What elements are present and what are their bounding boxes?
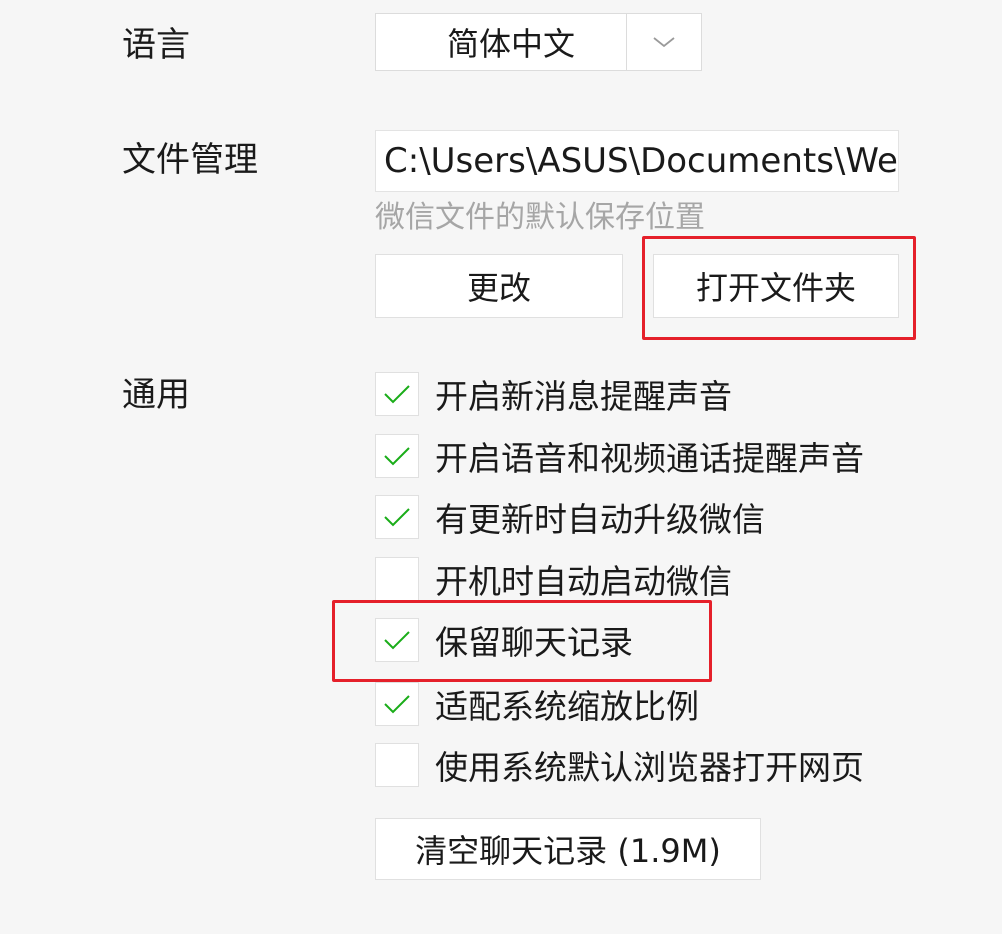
option-label: 开启新消息提醒声音 (435, 377, 732, 416)
language-label: 语言 (122, 25, 190, 65)
option-auto-update[interactable]: 有更新时自动升级微信 (375, 494, 765, 540)
chevron-down-icon (653, 37, 675, 48)
check-icon (384, 385, 410, 404)
option-label: 有更新时自动升级微信 (435, 500, 765, 539)
option-call-sound[interactable]: 开启语音和视频通话提醒声音 (375, 433, 864, 479)
option-label: 开机时自动启动微信 (435, 562, 732, 601)
check-icon (384, 447, 410, 466)
option-label: 保留聊天记录 (435, 623, 633, 662)
checkbox[interactable] (375, 743, 419, 787)
open-folder-button[interactable]: 打开文件夹 (653, 254, 899, 318)
change-path-button[interactable]: 更改 (375, 254, 623, 318)
checkbox[interactable] (375, 682, 419, 726)
option-label: 适配系统缩放比例 (435, 687, 699, 726)
file-path-hint: 微信文件的默认保存位置 (375, 200, 705, 235)
check-icon (384, 695, 410, 714)
language-select[interactable]: 简体中文 (375, 13, 702, 71)
option-label: 开启语音和视频通话提醒声音 (435, 439, 864, 478)
option-label: 使用系统默认浏览器打开网页 (435, 748, 864, 787)
checkbox[interactable] (375, 434, 419, 478)
file-path-field[interactable]: C:\Users\ASUS\Documents\WeChat Files (375, 130, 899, 192)
option-system-scaling[interactable]: 适配系统缩放比例 (375, 681, 699, 727)
check-icon (384, 508, 410, 527)
checkbox[interactable] (375, 618, 419, 662)
checkbox[interactable] (375, 557, 419, 601)
checkbox[interactable] (375, 495, 419, 539)
checkbox[interactable] (375, 372, 419, 416)
option-keep-chat-history[interactable]: 保留聊天记录 (375, 617, 633, 663)
language-dropdown-button[interactable] (626, 14, 701, 70)
option-new-message-sound[interactable]: 开启新消息提醒声音 (375, 371, 732, 417)
general-label: 通用 (122, 375, 190, 415)
clear-chat-history-button[interactable]: 清空聊天记录 (1.9M) (375, 818, 761, 880)
option-launch-at-startup[interactable]: 开机时自动启动微信 (375, 556, 732, 602)
check-icon (384, 631, 410, 650)
file-management-label: 文件管理 (122, 140, 258, 180)
language-selected-value: 简体中文 (446, 25, 575, 63)
option-default-browser[interactable]: 使用系统默认浏览器打开网页 (375, 742, 864, 788)
